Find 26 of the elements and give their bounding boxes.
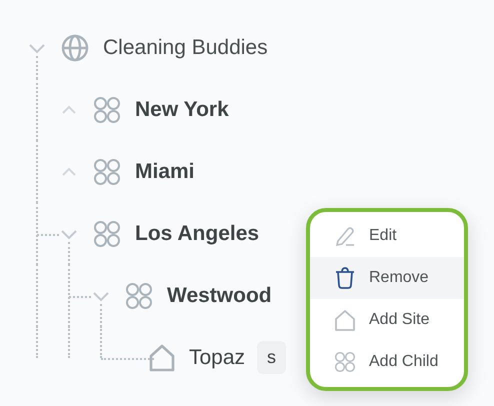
house-icon <box>334 309 356 331</box>
tree-item-label[interactable]: Topaz <box>189 346 246 370</box>
trash-icon <box>334 267 356 289</box>
pencil-icon <box>334 225 356 247</box>
tree-item-label[interactable]: Miami <box>135 160 195 184</box>
house-icon <box>149 344 175 372</box>
tree-item-label[interactable]: Los Angeles <box>135 222 260 246</box>
menu-item[interactable]: Add Site <box>310 299 464 341</box>
circles-icon <box>334 351 356 373</box>
circles-icon <box>93 96 121 124</box>
menu-item[interactable]: Remove <box>310 257 464 299</box>
circles-icon <box>93 220 121 248</box>
menu-item[interactable]: Add Child <box>310 341 464 383</box>
tag: s <box>257 341 286 374</box>
chevron-icon[interactable] <box>60 104 78 116</box>
circles-icon <box>125 282 153 310</box>
chevron-icon[interactable] <box>60 228 78 240</box>
globe-icon <box>61 34 89 62</box>
tree-item-label[interactable]: Cleaning Buddies <box>103 36 268 60</box>
menu-item[interactable]: Edit <box>310 215 464 257</box>
chevron-icon[interactable] <box>28 42 46 54</box>
chevron-icon[interactable] <box>60 166 78 178</box>
tree-item-label[interactable]: New York <box>135 98 229 122</box>
circles-icon <box>93 158 121 186</box>
chevron-icon[interactable] <box>92 290 110 302</box>
tree-item-label[interactable]: Westwood <box>167 284 272 308</box>
